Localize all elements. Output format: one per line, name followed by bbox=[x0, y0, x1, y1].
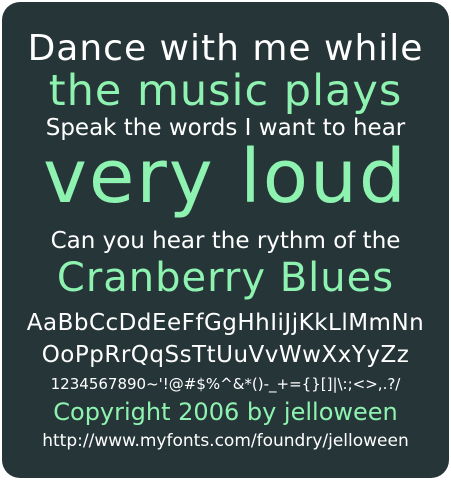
font-specimen-card: Dance with me while the music plays Spea… bbox=[2, 2, 449, 478]
specimen-line-6: Cranberry Blues bbox=[56, 255, 395, 301]
url-line: http://www.myfonts.com/foundry/jelloween bbox=[42, 431, 409, 451]
symbols-line: 1234567890~'!@#$%^&*()-_+={}[]|\:;<>,.?/ bbox=[50, 375, 401, 393]
alphabet-line-1: AaBbCcDdEeFfGgHhIiJjKkLlMmNn bbox=[26, 310, 425, 336]
alphabet-line-2: OoPpRrQqSsTtUuVvWwXxYyZz bbox=[41, 342, 410, 368]
specimen-line-4: very loud bbox=[43, 134, 408, 220]
specimen-line-2: the music plays bbox=[48, 66, 403, 116]
specimen-line-5: Can you hear the rythm of the bbox=[50, 228, 401, 254]
copyright-line: Copyright 2006 by jelloween bbox=[53, 398, 398, 426]
specimen-line-1: Dance with me while bbox=[27, 28, 424, 69]
